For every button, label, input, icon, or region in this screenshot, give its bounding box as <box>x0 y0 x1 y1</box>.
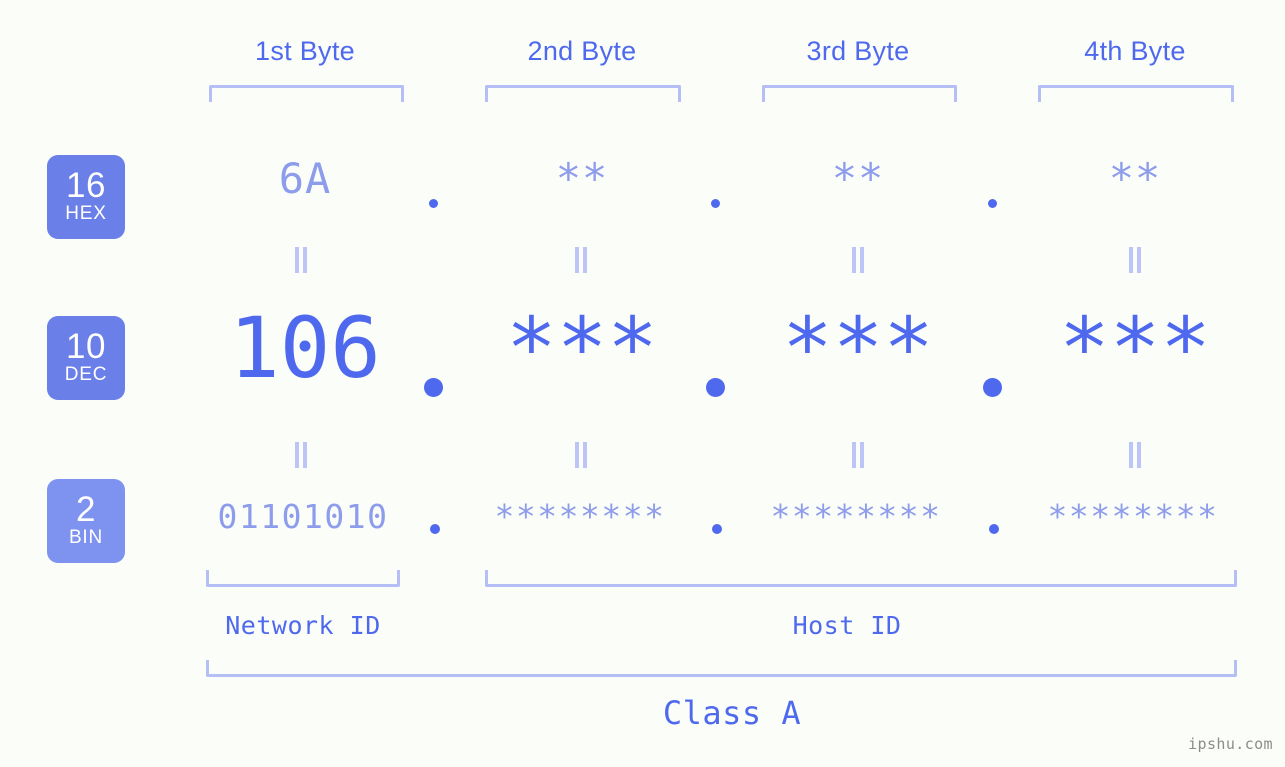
hex-dot-separator-2 <box>711 199 720 208</box>
byte-header-label-4: 4th Byte <box>1084 36 1186 66</box>
dec-byte-value-3: *** <box>782 299 934 397</box>
byte-bracket-top-4 <box>1038 85 1234 102</box>
base-badge-hex-number: 16 <box>66 165 106 205</box>
base-badge-bin: 2 BIN <box>47 479 125 563</box>
network-id-bracket <box>206 570 400 587</box>
byte-header-label-1: 1st Byte <box>255 36 355 66</box>
hex-dot-separator-1 <box>429 199 438 208</box>
host-id-label: Host ID <box>792 611 902 640</box>
base-badge-dec-name: DEC <box>64 363 108 385</box>
byte-bracket-top-1 <box>209 85 404 102</box>
base-badge-hex: 16 HEX <box>47 155 125 239</box>
bin-dot-separator-2 <box>712 524 722 534</box>
byte-header-label-3: 3rd Byte <box>806 36 910 66</box>
equality-mark-hex-dec-3 <box>851 247 866 273</box>
equality-mark-hex-dec-4 <box>1128 247 1143 273</box>
base-badge-bin-number: 2 <box>76 489 96 529</box>
bin-byte-value-4: ******** <box>1047 497 1219 536</box>
base-badge-bin-name: BIN <box>68 526 104 548</box>
dec-dot-separator-2 <box>706 378 725 397</box>
dec-byte-value-2: *** <box>506 299 658 397</box>
base-badge-dec-number: 10 <box>66 326 106 366</box>
equality-mark-dec-bin-2 <box>574 442 589 468</box>
base-badge-hex-name: HEX <box>65 202 107 224</box>
equality-mark-dec-bin-1 <box>294 442 309 468</box>
hex-byte-value-1: 6A <box>278 154 332 203</box>
class-label: Class A <box>662 694 802 732</box>
equality-mark-hex-dec-2 <box>574 247 589 273</box>
dec-byte-value-4: *** <box>1059 299 1211 397</box>
bin-dot-separator-1 <box>430 524 440 534</box>
hex-byte-value-4: ** <box>1108 154 1162 203</box>
hex-dot-separator-3 <box>988 199 997 208</box>
network-id-label: Network ID <box>225 611 381 640</box>
byte-header-label-2: 2nd Byte <box>527 36 637 66</box>
host-id-bracket <box>485 570 1237 587</box>
hex-byte-value-3: ** <box>831 154 885 203</box>
equality-mark-dec-bin-3 <box>851 442 866 468</box>
bin-dot-separator-3 <box>989 524 999 534</box>
ip-byte-breakdown-diagram: 1st Byte 2nd Byte 3rd Byte 4th Byte 16 H… <box>0 0 1285 767</box>
dec-byte-value-1: 106 <box>229 299 381 397</box>
hex-byte-value-2: ** <box>555 154 609 203</box>
site-watermark: ipshu.com <box>1188 735 1273 753</box>
class-bracket <box>206 660 1237 677</box>
bin-byte-value-3: ******** <box>770 497 942 536</box>
base-badge-dec: 10 DEC <box>47 316 125 400</box>
byte-bracket-top-3 <box>762 85 957 102</box>
bin-byte-value-1: 01101010 <box>217 497 389 536</box>
equality-mark-hex-dec-1 <box>294 247 309 273</box>
dec-dot-separator-3 <box>983 378 1002 397</box>
dec-dot-separator-1 <box>424 378 443 397</box>
equality-mark-dec-bin-4 <box>1128 442 1143 468</box>
byte-bracket-top-2 <box>485 85 681 102</box>
bin-byte-value-2: ******** <box>494 497 666 536</box>
